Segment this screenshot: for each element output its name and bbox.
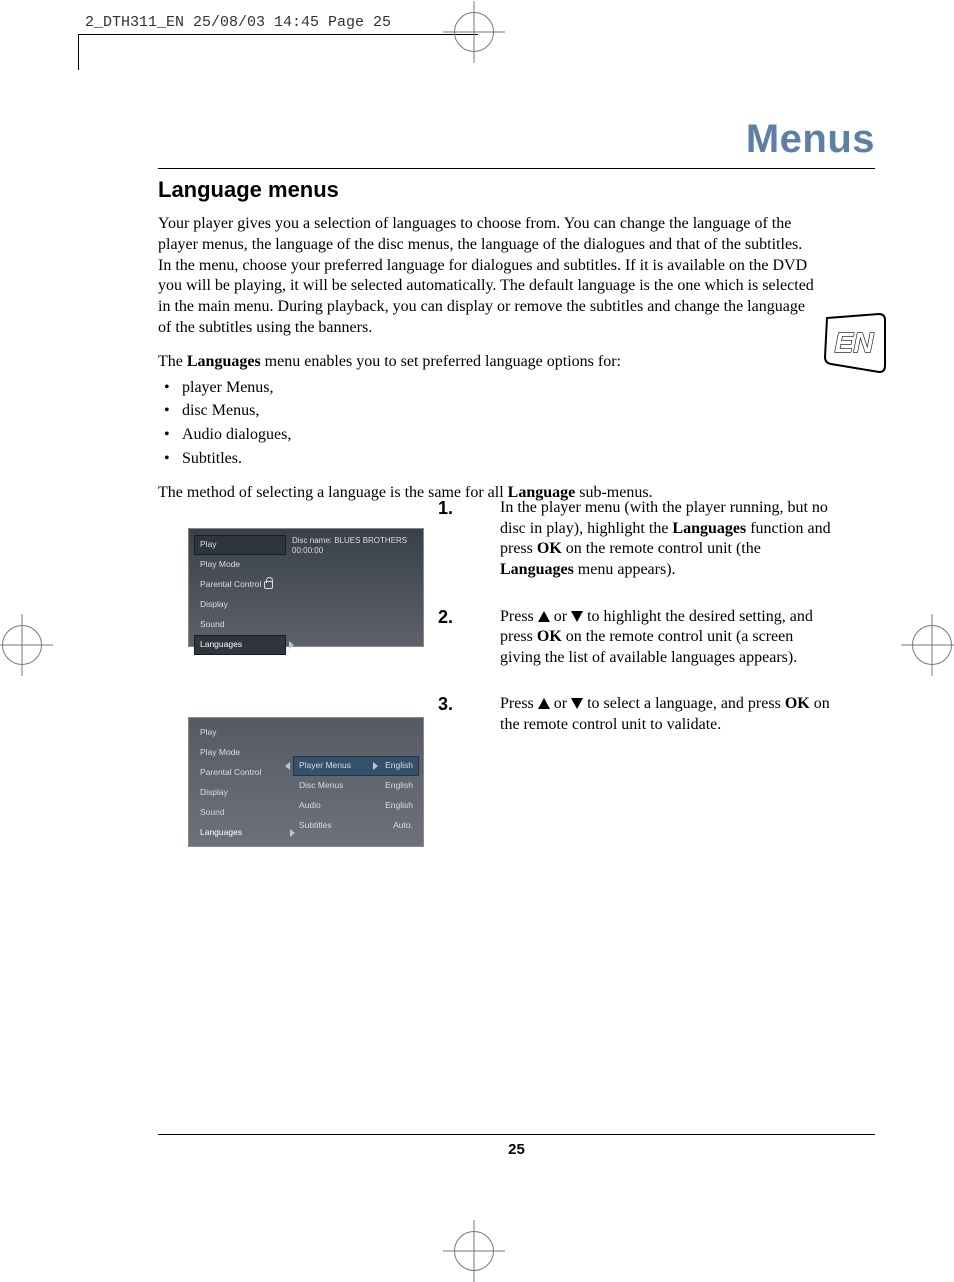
- crop-line-vert: [78, 34, 79, 70]
- menu-item-parental: Parental Control: [194, 575, 286, 595]
- submenu-label: Player Menus: [299, 760, 351, 771]
- language-tab: EN: [821, 312, 887, 378]
- bullet-list: player Menus, disc Menus, Audio dialogue…: [158, 378, 818, 470]
- text: menu appears).: [574, 561, 676, 578]
- arrow-up-icon: [538, 698, 550, 709]
- screenshot-languages-menu: Play Play Mode Parental Control Display …: [188, 717, 424, 847]
- list-item: Subtitles.: [182, 449, 818, 470]
- step-number: 1.: [438, 498, 500, 581]
- page-number: 25: [508, 1141, 525, 1158]
- submenu-value: English: [385, 760, 413, 771]
- menu-item-sound: Sound: [194, 803, 286, 823]
- text-bold: Languages: [500, 561, 574, 578]
- submenu-audio: Audio English: [293, 796, 419, 816]
- text: Press: [500, 608, 538, 625]
- list-item: Audio dialogues,: [182, 425, 818, 446]
- text-bold: OK: [537, 628, 562, 645]
- submenu-label: Audio: [299, 800, 321, 811]
- menu-item-parental: Parental Control: [194, 763, 286, 783]
- menu-item-languages: Languages: [194, 635, 286, 655]
- text: on the remote control unit (the: [562, 540, 761, 557]
- text-bold: Languages: [672, 520, 746, 537]
- page-title: Menus: [746, 117, 875, 161]
- step-body: Press or to highlight the desired settin…: [500, 607, 834, 669]
- text: to select a language, and press: [583, 695, 785, 712]
- submenu-label: Disc Menus: [299, 780, 343, 791]
- disc-name-label: Disc name: BLUES BROTHERS: [292, 536, 407, 546]
- step-1: 1. In the player menu (with the player r…: [438, 498, 834, 581]
- step-body: Press or to select a language, and press…: [500, 694, 834, 735]
- submenu-value: English: [385, 780, 413, 791]
- section-heading: Language menus: [158, 176, 818, 204]
- step-number: 3.: [438, 694, 500, 735]
- menu-item-playmode: Play Mode: [194, 743, 286, 763]
- disc-time: 00:00:00: [292, 546, 407, 556]
- submenu-label: Subtitles: [299, 820, 332, 831]
- list-item: disc Menus,: [182, 401, 818, 422]
- lock-icon: [264, 581, 273, 589]
- text-bold: OK: [537, 540, 562, 557]
- arrow-down-icon: [571, 698, 583, 709]
- text-bold: Languages: [187, 353, 261, 370]
- text-bold: OK: [785, 695, 810, 712]
- submenu-value: Auto.: [393, 820, 413, 831]
- step-body: In the player menu (with the player runn…: [500, 498, 834, 581]
- steps-column: 1. In the player menu (with the player r…: [438, 498, 834, 762]
- page-footer: 25: [158, 1134, 875, 1158]
- text: Press: [500, 695, 538, 712]
- submenu-value: English: [385, 800, 413, 811]
- screenshot-main-menu: Play Play Mode Parental Control Display …: [188, 528, 424, 647]
- intro-paragraph: Your player gives you a selection of lan…: [158, 214, 818, 338]
- print-header: 2_DTH311_EN 25/08/03 14:45 Page 25: [85, 14, 391, 31]
- arrow-down-icon: [571, 611, 583, 622]
- text: or: [550, 608, 571, 625]
- list-item: player Menus,: [182, 378, 818, 399]
- submenu-column: Player Menus English Disc Menus English …: [293, 756, 419, 836]
- disc-info: Disc name: BLUES BROTHERS 00:00:00: [292, 536, 407, 557]
- registration-mark-right: [912, 625, 952, 665]
- menu-item-play: Play: [194, 535, 286, 555]
- registration-mark-left: [2, 625, 42, 665]
- lang-tab-text: EN: [835, 327, 875, 358]
- page-title-bar: Menus: [158, 117, 875, 169]
- submenu-player-menus: Player Menus English: [293, 756, 419, 776]
- submenu-disc-menus: Disc Menus English: [293, 776, 419, 796]
- menu-column: Play Play Mode Parental Control Display …: [194, 535, 286, 655]
- registration-mark-top: [454, 12, 494, 52]
- step-3: 3. Press or to select a language, and pr…: [438, 694, 834, 735]
- menu-item-display: Display: [194, 595, 286, 615]
- text: or: [550, 695, 571, 712]
- menu-item-display: Display: [194, 783, 286, 803]
- text: The: [158, 353, 187, 370]
- list-intro: The Languages menu enables you to set pr…: [158, 352, 818, 373]
- menu-item-play: Play: [194, 723, 286, 743]
- menu-column: Play Play Mode Parental Control Display …: [194, 723, 286, 843]
- step-number: 2.: [438, 607, 500, 669]
- registration-mark-bottom: [454, 1231, 494, 1271]
- text: menu enables you to set preferred langua…: [261, 353, 621, 370]
- menu-item-playmode: Play Mode: [194, 555, 286, 575]
- submenu-subtitles: Subtitles Auto.: [293, 816, 419, 836]
- step-2: 2. Press or to highlight the desired set…: [438, 607, 834, 669]
- arrow-up-icon: [538, 611, 550, 622]
- crop-line: [78, 34, 478, 35]
- menu-item-languages: Languages: [194, 823, 286, 843]
- menu-item-sound: Sound: [194, 615, 286, 635]
